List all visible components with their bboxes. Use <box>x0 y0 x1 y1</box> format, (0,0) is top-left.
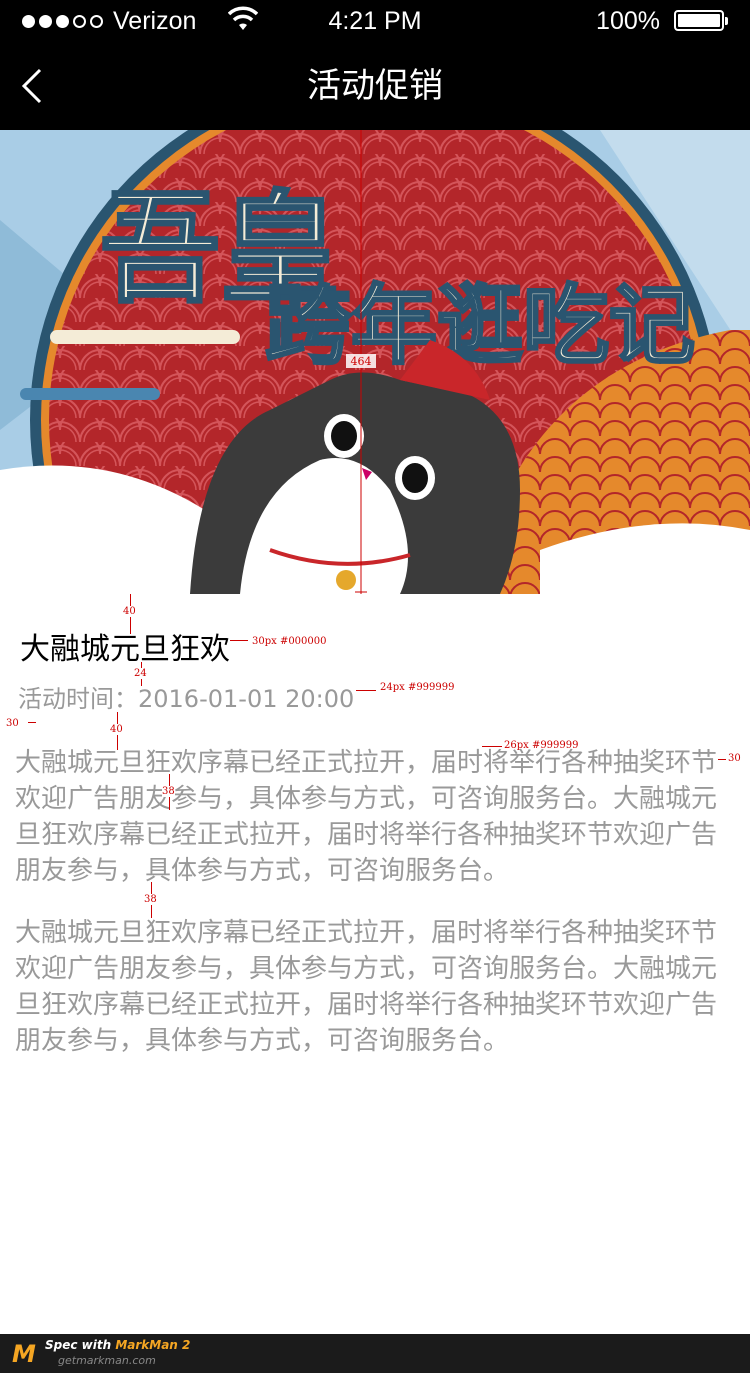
markman-watermark: M Spec with MarkMan 2 getmarkman.com <box>0 1334 750 1373</box>
spacing-guide <box>718 759 726 760</box>
markman-logo: M <box>12 1340 36 1368</box>
spec-pointer <box>230 640 248 641</box>
promo-banner-image: 吾皇 跨年逛吃记 464 <box>0 130 750 594</box>
markman-brand: Spec with MarkMan 2 <box>45 1338 191 1352</box>
spacing-annotation: 40 <box>123 606 136 617</box>
page-title: 活动促销 <box>307 66 443 106</box>
event-time-label: 活动时间： <box>18 685 138 713</box>
time-spec-annotation: 24px #999999 <box>380 682 455 693</box>
banner-headline-bottom: 跨年逛吃记 <box>265 275 695 376</box>
right-margin-annotation: 30 <box>728 753 741 764</box>
status-bar: Verizon 4:21 PM 100% <box>0 0 750 42</box>
navigation-bar: 活动促销 <box>0 42 750 130</box>
battery-percent: 100% <box>596 7 660 35</box>
title-spec-annotation: 30px #000000 <box>252 636 327 647</box>
banner-height-annotation: 464 <box>351 355 372 368</box>
spacing-guide <box>28 722 36 723</box>
banner-illustration: 吾皇 跨年逛吃记 464 <box>0 130 750 594</box>
spacing-annotation: 38 <box>162 786 175 797</box>
event-description-paragraph: 大融城元旦狂欢序幕已经正式拉开，届时将举行各种抽奖环节欢迎广告朋友参与，具体参与… <box>15 918 718 1056</box>
spec-pointer <box>482 746 502 747</box>
event-description-paragraph: 大融城元旦狂欢序幕已经正式拉开，届时将举行各种抽奖环节欢迎广告朋友参与，具体参与… <box>15 748 718 886</box>
spacing-annotation: 40 <box>110 724 123 735</box>
battery-icon <box>674 10 728 31</box>
body-spec-annotation: 26px #999999 <box>504 740 579 751</box>
markman-url: getmarkman.com <box>58 1354 156 1367</box>
event-time: 活动时间：2016-01-01 20:00 <box>18 684 354 714</box>
event-title: 大融城元旦狂欢 <box>20 632 230 667</box>
event-time-value: 2016-01-01 20:00 <box>138 685 355 713</box>
spacing-annotation: 38 <box>144 894 157 905</box>
spec-pointer <box>356 690 376 691</box>
left-margin-annotation: 30 <box>6 718 19 729</box>
spacing-annotation: 24 <box>134 668 147 679</box>
